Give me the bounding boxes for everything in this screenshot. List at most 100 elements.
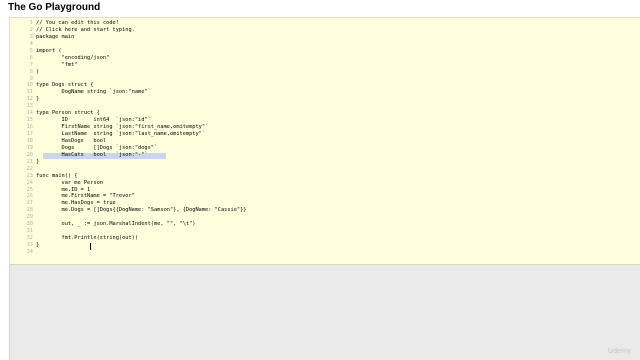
line-text[interactable]: me.Dogs = []Dogs{{DogName: "Samson"}, {D… <box>36 207 247 214</box>
line-text[interactable]: fmt.Println(string(out)) <box>36 235 139 242</box>
line-text[interactable]: me.FirstName = "Trevor" <box>36 193 135 200</box>
line-text[interactable]: ) <box>36 69 39 76</box>
line-number: 16 <box>26 124 33 131</box>
line-text[interactable]: import ( <box>36 48 62 55</box>
line-number: 11 <box>26 89 33 96</box>
code-line[interactable]: 23 func main() { <box>10 173 246 180</box>
code-line[interactable]: 3 package main <box>10 34 246 41</box>
code-line[interactable]: 27 me.HasDogs = true <box>10 200 246 207</box>
code-line[interactable]: 19 Dogs []Dogs `json:"dogs"` <box>10 145 246 152</box>
line-number: 32 <box>26 235 33 242</box>
line-text[interactable]: ID int64 `json:"id"` <box>36 117 151 124</box>
line-text[interactable]: HasDogs bool <box>36 138 107 145</box>
watermark-logo: Udemy <box>607 348 631 355</box>
line-number: 23 <box>26 172 33 179</box>
line-number: 34 <box>26 248 33 255</box>
code-line[interactable]: 14 type Person struct { <box>10 110 246 117</box>
code-line[interactable]: 29 <box>10 214 246 221</box>
line-text[interactable]: Dogs []Dogs `json:"dogs"` <box>36 145 158 152</box>
line-number: 6 <box>29 54 33 61</box>
line-number: 10 <box>26 82 33 89</box>
line-number: 20 <box>26 151 33 158</box>
header-bar: The Go Playground <box>0 0 640 18</box>
line-number: 27 <box>26 200 33 207</box>
line-number: 15 <box>26 117 33 124</box>
line-number: 14 <box>26 110 33 117</box>
line-number: 29 <box>26 214 33 221</box>
code-line[interactable]: 7 "fmt" <box>10 62 246 69</box>
line-text[interactable]: DogName string `json:"name"` <box>36 89 151 96</box>
code-line[interactable]: 28 me.Dogs = []Dogs{{DogName: "Samson"},… <box>10 207 247 214</box>
code-line[interactable]: 31 <box>10 228 246 235</box>
line-text[interactable]: out, _ := json.MarshalIndent(me, "", "\t… <box>36 221 196 228</box>
code-line[interactable]: 20 HasCats bool `json:"-"` <box>10 152 246 159</box>
line-number: 26 <box>26 193 33 200</box>
code-line[interactable]: 18 HasDogs bool <box>10 138 246 145</box>
code-line[interactable]: 8) <box>10 69 246 76</box>
code-line[interactable]: 13 <box>10 103 246 110</box>
line-number: 12 <box>26 96 33 103</box>
line-number: 22 <box>26 165 33 172</box>
line-number: 28 <box>26 207 33 214</box>
code-line[interactable]: 33} <box>10 242 246 249</box>
line-text[interactable]: } <box>36 96 39 103</box>
line-text[interactable]: HasCats bool `json:"-"` <box>36 152 148 159</box>
code-line[interactable]: 4 <box>10 41 246 48</box>
line-number: 13 <box>26 103 33 110</box>
line-text[interactable]: "fmt" <box>36 62 78 69</box>
code-line[interactable]: 9 <box>10 76 246 83</box>
line-number: 8 <box>29 68 33 75</box>
code-line[interactable]: 25 me.ID = 1 <box>10 187 246 194</box>
line-number: 5 <box>29 47 33 54</box>
line-number: 7 <box>29 61 33 68</box>
line-number: 33 <box>26 242 33 248</box>
line-number: 4 <box>29 40 33 47</box>
code-editor[interactable]: 1// You can edit this code! 2// Click her… <box>9 17 640 265</box>
line-text[interactable]: func main() { <box>36 173 77 180</box>
line-text[interactable]: type Dogs struct { <box>36 82 93 89</box>
code-line[interactable]: 12} <box>10 96 246 103</box>
code-lines[interactable]: 1// You can edit this code! 2// Click her… <box>10 20 247 256</box>
code-line[interactable]: 17 LastName string `json:"last_name,omit… <box>10 131 246 138</box>
code-line[interactable]: 34 <box>10 249 246 256</box>
line-text[interactable]: // Click here and start typing. <box>36 27 135 34</box>
line-number: 25 <box>26 186 33 193</box>
line-text[interactable]: package main <box>36 34 74 41</box>
line-text[interactable]: type Person struct { <box>36 110 100 117</box>
line-number: 2 <box>29 26 33 33</box>
line-text[interactable]: "encoding/json" <box>36 55 110 62</box>
code-line[interactable]: 5 import ( <box>10 48 246 55</box>
line-number: 30 <box>26 221 33 228</box>
line-number: 31 <box>26 228 33 235</box>
line-text[interactable]: me.ID = 1 <box>36 187 91 194</box>
line-number: 24 <box>26 179 33 186</box>
line-text[interactable]: LastName string `json:"last_name,omitemp… <box>36 131 206 138</box>
code-line[interactable]: 10 type Dogs struct { <box>10 82 246 89</box>
app-title: The Go Playground <box>8 2 101 13</box>
line-number: 19 <box>26 144 33 151</box>
code-line[interactable]: 16 FirstName string `json:"first_name,om… <box>10 124 246 131</box>
code-line[interactable]: 11 DogName string `json:"name"` <box>10 89 246 96</box>
go-playground-page: The Go Playground 1// You can edit this … <box>0 0 640 360</box>
line-number: 17 <box>26 131 33 137</box>
line-text[interactable]: } <box>36 242 39 249</box>
code-line[interactable]: 6 "encoding/json" <box>10 55 246 62</box>
code-line[interactable]: 22 <box>10 166 246 173</box>
code-line[interactable]: 30 out, _ := json.MarshalIndent(me, "", … <box>10 221 246 228</box>
line-text[interactable]: var me Person <box>36 180 103 187</box>
code-line[interactable]: 1// You can edit this code! <box>10 20 246 27</box>
code-line[interactable]: 24 var me Person <box>10 180 246 187</box>
line-text[interactable]: me.HasDogs = true <box>36 200 116 207</box>
code-line[interactable]: 2// Click here and start typing. <box>10 27 246 34</box>
code-line[interactable]: 32 fmt.Println(string(out)) <box>10 235 246 242</box>
code-line[interactable]: 21} <box>10 159 246 166</box>
line-text[interactable]: FirstName string `json:"first_name,omite… <box>36 124 209 131</box>
line-text[interactable]: // You can edit this code! <box>36 20 119 27</box>
line-number: 1 <box>29 20 33 26</box>
line-number: 9 <box>29 75 33 82</box>
code-line[interactable]: 15 ID int64 `json:"id"` <box>10 117 246 124</box>
line-number: 21 <box>26 158 33 165</box>
code-line[interactable]: 26 me.FirstName = "Trevor" <box>10 193 246 200</box>
line-text[interactable]: } <box>36 159 39 166</box>
output-panel: Udemy <box>9 265 640 360</box>
